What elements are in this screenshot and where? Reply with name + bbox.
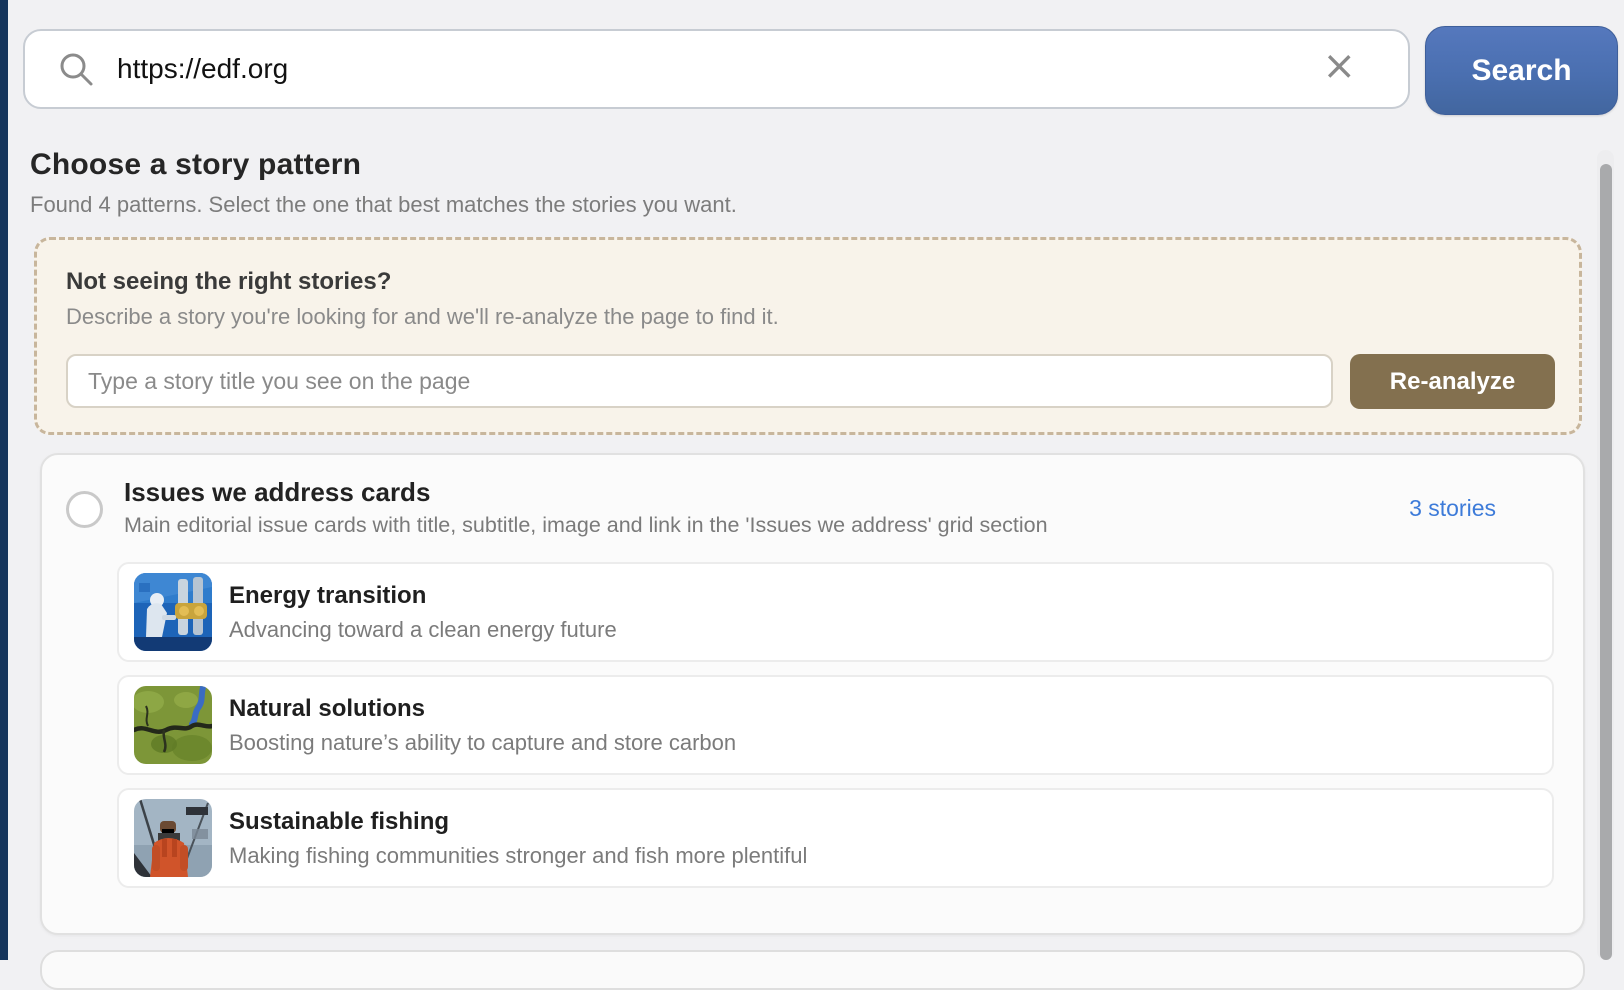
story-title: Natural solutions (229, 695, 736, 723)
scrollbar-thumb[interactable] (1600, 164, 1612, 960)
energy-transition-image (134, 573, 212, 651)
sustainable-fishing-image (134, 799, 212, 877)
story-item-energy-transition[interactable]: Energy transition Advancing toward a cle… (117, 562, 1554, 662)
story-title: Sustainable fishing (229, 808, 807, 836)
next-pattern-card-partial[interactable] (40, 950, 1585, 990)
story-subtitle: Boosting nature’s ability to capture and… (229, 730, 736, 756)
pattern-title: Issues we address cards (124, 477, 430, 508)
story-title: Energy transition (229, 582, 617, 610)
story-subtitle: Advancing toward a clean energy future (229, 617, 617, 643)
left-accent-bar (0, 0, 8, 960)
story-item-natural-solutions[interactable]: Natural solutions Boosting nature’s abil… (117, 675, 1554, 775)
page-subtitle: Found 4 patterns. Select the one that be… (30, 192, 737, 218)
pattern-card-issues-we-address[interactable]: Issues we address cards Main editorial i… (40, 453, 1585, 935)
natural-solutions-image (134, 686, 212, 764)
search-icon (57, 50, 95, 88)
reanalyze-button[interactable]: Re-analyze (1350, 354, 1555, 409)
url-search-input[interactable] (117, 53, 1312, 85)
refine-box-title: Not seeing the right stories? (66, 268, 391, 296)
story-list: Energy transition Advancing toward a cle… (117, 562, 1554, 888)
refine-stories-box: Not seeing the right stories? Describe a… (34, 237, 1582, 435)
search-button[interactable]: Search (1425, 26, 1618, 115)
pattern-description: Main editorial issue cards with title, s… (124, 513, 1048, 538)
story-subtitle: Making fishing communities stronger and … (229, 843, 807, 869)
story-title-input[interactable] (66, 354, 1333, 408)
clear-input-icon[interactable]: × (1312, 46, 1384, 92)
stories-count-badge[interactable]: 3 stories (1409, 495, 1496, 522)
story-item-sustainable-fishing[interactable]: Sustainable fishing Making fishing commu… (117, 788, 1554, 888)
pattern-radio-button[interactable] (66, 491, 103, 528)
url-search-bar: × (23, 29, 1410, 109)
refine-box-description: Describe a story you're looking for and … (66, 304, 779, 330)
page-title: Choose a story pattern (30, 148, 361, 182)
